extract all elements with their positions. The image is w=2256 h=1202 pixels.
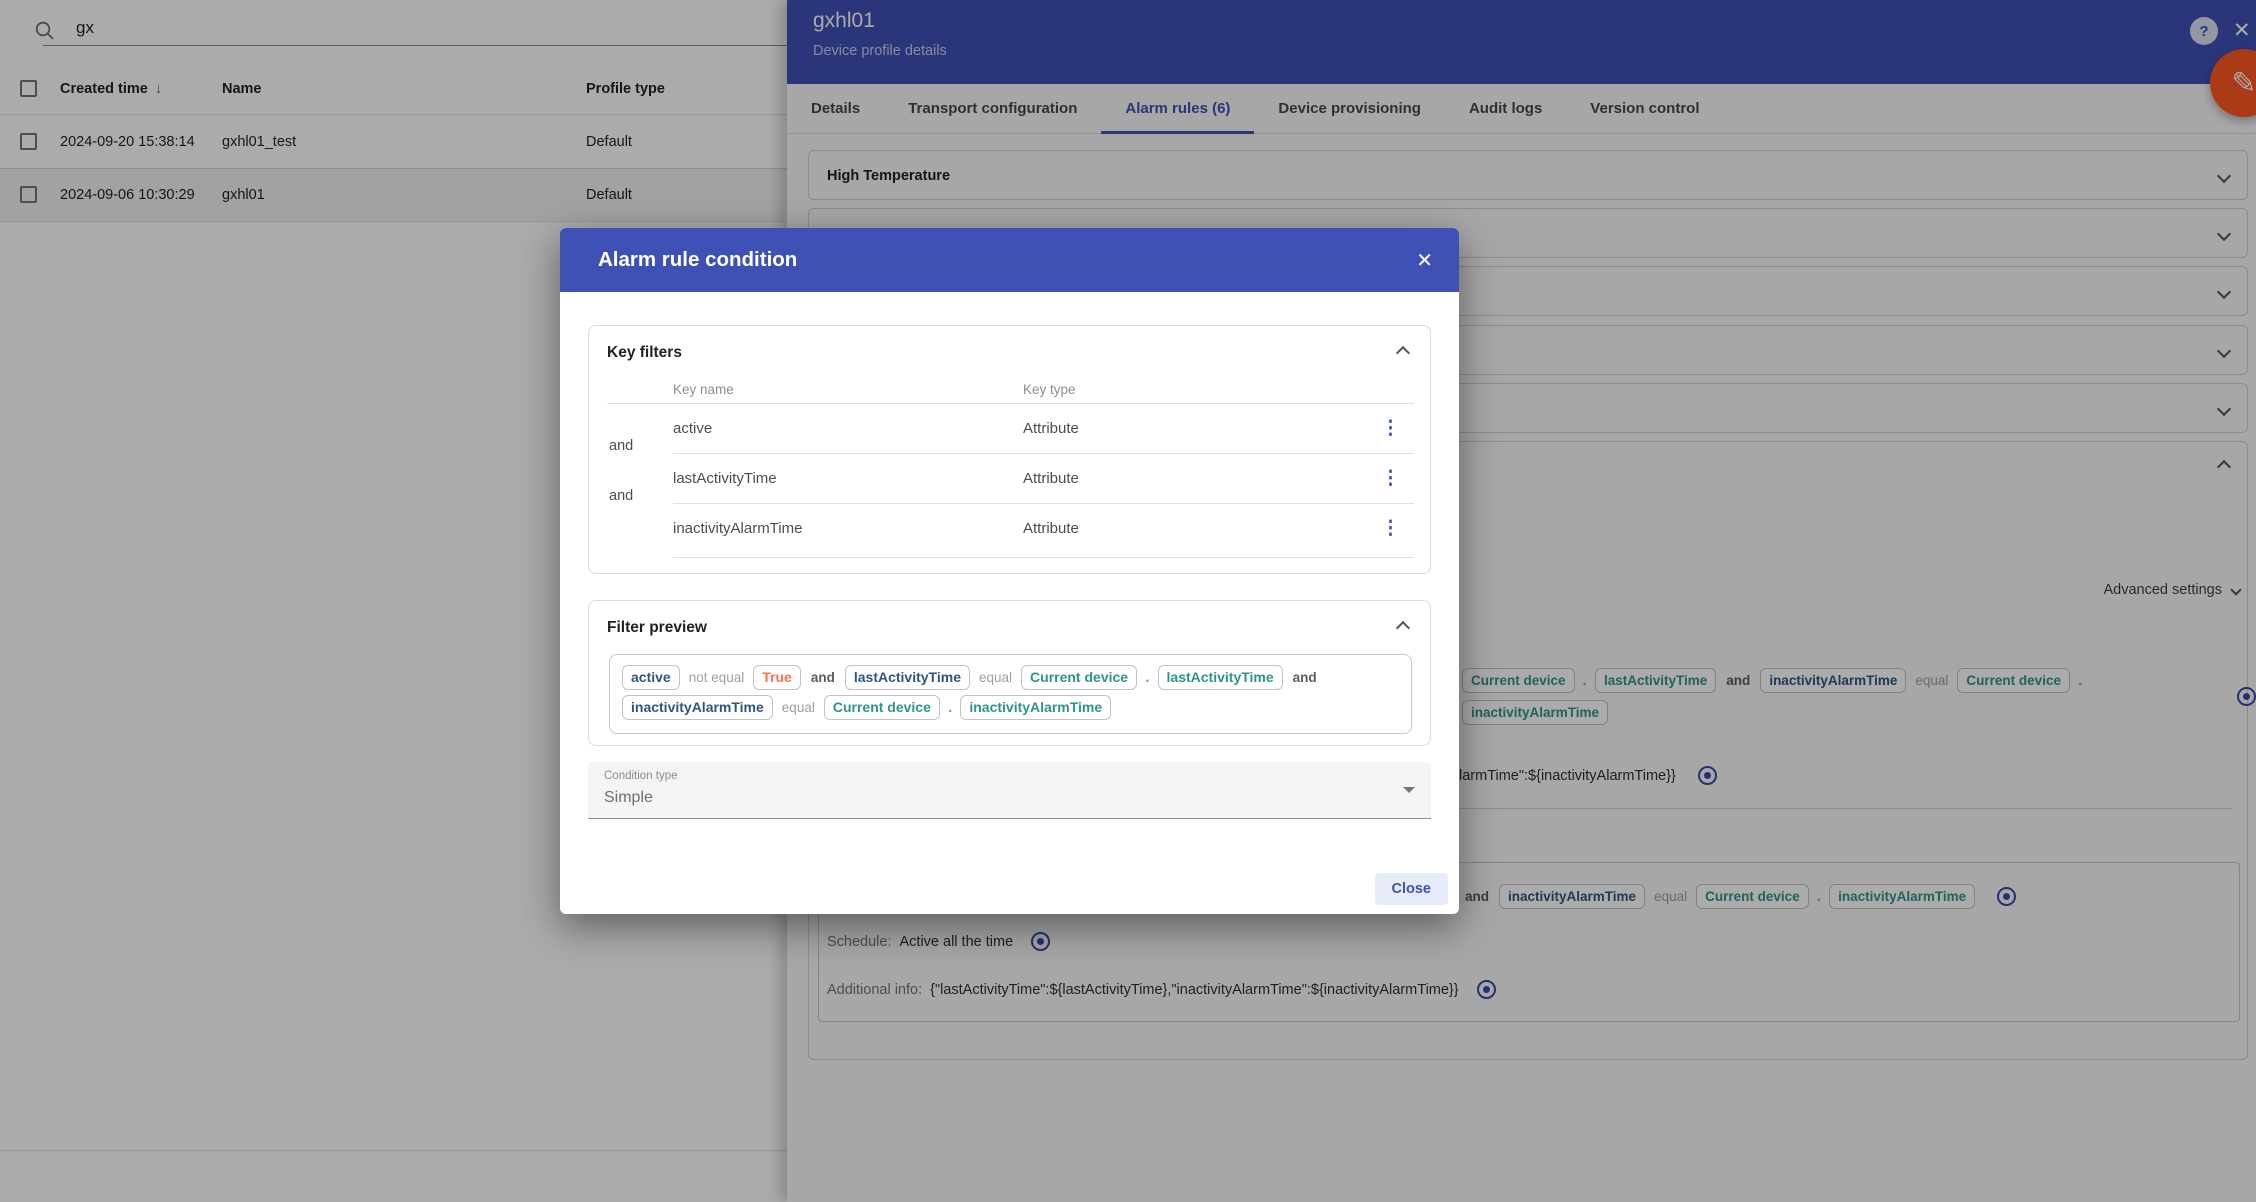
filter-preview-box: activenot equalTrueandlastActivityTimeeq… — [609, 654, 1412, 734]
row-menu-icon[interactable]: ⋮ — [1381, 403, 1400, 453]
key-filters-title: Key filters — [607, 344, 682, 362]
connector-label: and — [609, 488, 633, 504]
connector-label: and — [609, 438, 633, 454]
key-type-cell: Attribute — [1023, 403, 1079, 453]
filter-operator-text: equal — [780, 700, 817, 715]
filter-preview-card: Filter preview activenot equalTrueandlas… — [588, 600, 1431, 746]
column-key-name: Key name — [673, 382, 734, 397]
column-key-type: Key type — [1023, 382, 1076, 397]
filter-chip: inactivityAlarmTime — [622, 695, 773, 720]
collapse-icon[interactable] — [1396, 346, 1410, 360]
condition-type-select[interactable]: Condition type Simple — [588, 762, 1431, 819]
key-name-cell: inactivityAlarmTime — [673, 503, 802, 553]
condition-type-value: Simple — [604, 789, 653, 807]
row-divider — [673, 557, 1414, 558]
dialog-close-icon[interactable]: ✕ — [1416, 248, 1433, 273]
key-name-cell: active — [673, 403, 712, 453]
filter-operator-text: and — [808, 670, 838, 685]
key-name-cell: lastActivityTime — [673, 453, 777, 503]
condition-type-label: Condition type — [604, 770, 678, 782]
filter-operator-text: not equal — [687, 670, 747, 685]
key-type-cell: Attribute — [1023, 453, 1079, 503]
key-filter-row: inactivityAlarmTime Attribute ⋮ — [589, 503, 1432, 557]
close-button[interactable]: Close — [1375, 873, 1449, 905]
filter-chip: inactivityAlarmTime — [960, 695, 1111, 720]
dialog-title: Alarm rule condition — [598, 228, 797, 292]
filter-operator-text: . — [1144, 669, 1150, 687]
filter-chip: Current device — [824, 695, 940, 720]
filter-chip: Current device — [1021, 665, 1137, 690]
key-filters-card: Key filters Key name Key type active Attr… — [588, 325, 1431, 574]
filter-chip: lastActivityTime — [845, 665, 970, 690]
row-menu-icon[interactable]: ⋮ — [1381, 453, 1400, 503]
filter-operator-text: . — [947, 699, 953, 717]
row-menu-icon[interactable]: ⋮ — [1381, 503, 1400, 553]
key-filter-row: lastActivityTime Attribute ⋮ — [589, 453, 1432, 503]
filter-chip: active — [622, 665, 680, 690]
key-filter-row: active Attribute ⋮ — [589, 403, 1432, 453]
dropdown-caret-icon — [1403, 787, 1415, 793]
filter-chip: lastActivityTime — [1158, 665, 1283, 690]
filter-preview-title: Filter preview — [607, 619, 707, 637]
filter-operator-text: and — [1290, 670, 1320, 685]
page: Created time ↓ Name Profile type 2024-09… — [0, 0, 2256, 1202]
filter-operator-text: equal — [977, 670, 1014, 685]
filter-chip: True — [753, 665, 801, 690]
dialog-header: Alarm rule condition ✕ — [560, 228, 1459, 292]
key-type-cell: Attribute — [1023, 503, 1079, 553]
collapse-icon[interactable] — [1396, 621, 1410, 635]
alarm-rule-condition-dialog: Alarm rule condition ✕ Key filters Key n… — [560, 228, 1459, 914]
